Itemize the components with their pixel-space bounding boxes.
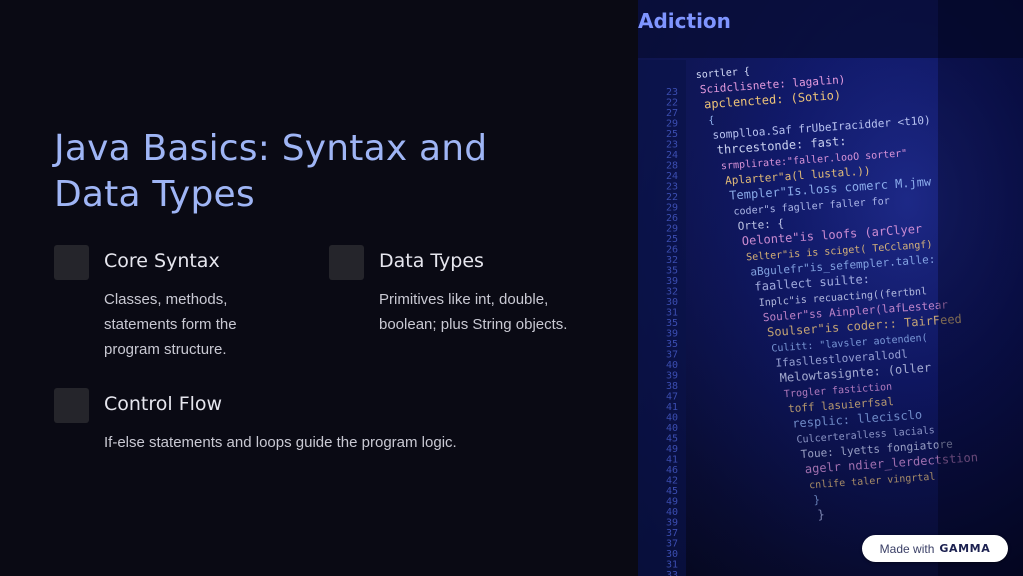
editor-title: Adiction: [638, 9, 731, 33]
line-number: 40: [666, 507, 678, 518]
line-number: 40: [666, 423, 678, 434]
line-number: 24: [666, 171, 678, 182]
line-number: 41: [666, 402, 678, 413]
line-number: 30: [666, 297, 678, 308]
line-number: 35: [666, 339, 678, 350]
line-number: 33: [666, 570, 678, 576]
card-icon-box: [54, 388, 89, 423]
line-number: 23: [666, 87, 678, 98]
code-screen-image: Adiction 2322272925232428242322292629252…: [638, 0, 1023, 576]
line-number: 39: [666, 276, 678, 287]
line-number: 32: [666, 255, 678, 266]
title-line-1: Java Basics: Syntax and: [54, 128, 488, 169]
line-number: 42: [666, 476, 678, 487]
line-number: 31: [666, 308, 678, 319]
line-number: 22: [666, 192, 678, 203]
line-number: 47: [666, 392, 678, 403]
line-number: 25: [666, 129, 678, 140]
line-number: 26: [666, 213, 678, 224]
line-number: 32: [666, 287, 678, 298]
made-with-gamma-badge[interactable]: Made with GAMMA: [862, 535, 1008, 562]
card-text: Primitives like int, double, boolean; pl…: [379, 291, 568, 333]
line-number: 39: [666, 518, 678, 529]
gamma-logo: GAMMA: [939, 542, 991, 555]
line-number: 37: [666, 528, 678, 539]
line-number: 31: [666, 560, 678, 571]
line-number: 24: [666, 150, 678, 161]
card-heading: Core Syntax: [104, 250, 220, 272]
code-line: }: [813, 493, 821, 506]
line-number: 37: [666, 350, 678, 361]
card-text: If-else statements and loops guide the p…: [104, 434, 457, 451]
line-number: 25: [666, 234, 678, 245]
line-number: 46: [666, 465, 678, 476]
line-number: 45: [666, 434, 678, 445]
line-number: 30: [666, 549, 678, 560]
line-number: 35: [666, 318, 678, 329]
line-number: 26: [666, 245, 678, 256]
line-number: 49: [666, 444, 678, 455]
code-line: }: [817, 507, 825, 521]
card-text: Classes, methods, statements form the pr…: [104, 291, 237, 358]
line-number: 29: [666, 203, 678, 214]
line-number: 22: [666, 98, 678, 109]
line-number: 41: [666, 455, 678, 466]
slide: Java Basics: Syntax and Data Types Core S…: [0, 0, 1023, 576]
line-number: 35: [666, 266, 678, 277]
line-number: 40: [666, 360, 678, 371]
code-photo: Adiction 23 22 27 29 25 23 24 28 24 23 22 29 26 29 25 2…: [638, 0, 1023, 576]
line-number: 38: [666, 381, 678, 392]
badge-prefix: Made with: [879, 541, 935, 556]
line-number: 28: [666, 161, 678, 172]
line-number: 40: [666, 413, 678, 424]
line-number: 23: [666, 140, 678, 151]
line-number: 27: [666, 108, 678, 119]
line-number: 37: [666, 539, 678, 550]
slide-title: Java Basics: Syntax and Data Types: [54, 126, 614, 218]
code-line: {: [708, 115, 715, 126]
line-number: 23: [666, 182, 678, 193]
card-heading: Control Flow: [104, 393, 223, 415]
line-number: 45: [666, 486, 678, 497]
card-icon-box: [329, 245, 364, 280]
content-panel: Java Basics: Syntax and Data Types Core S…: [0, 0, 638, 576]
line-number: 49: [666, 497, 678, 508]
card-heading: Data Types: [379, 250, 484, 272]
line-number: 39: [666, 371, 678, 382]
card-icon-box: [54, 245, 89, 280]
title-line-2: Data Types: [54, 174, 255, 215]
gutter-panel: [638, 60, 686, 576]
line-number: 29: [666, 224, 678, 235]
line-number: 29: [666, 119, 678, 130]
screen-vignette: [938, 0, 1023, 576]
line-number: 39: [666, 329, 678, 340]
line-number-gutter: 2322272925232428242322292629252632353932…: [666, 87, 678, 576]
